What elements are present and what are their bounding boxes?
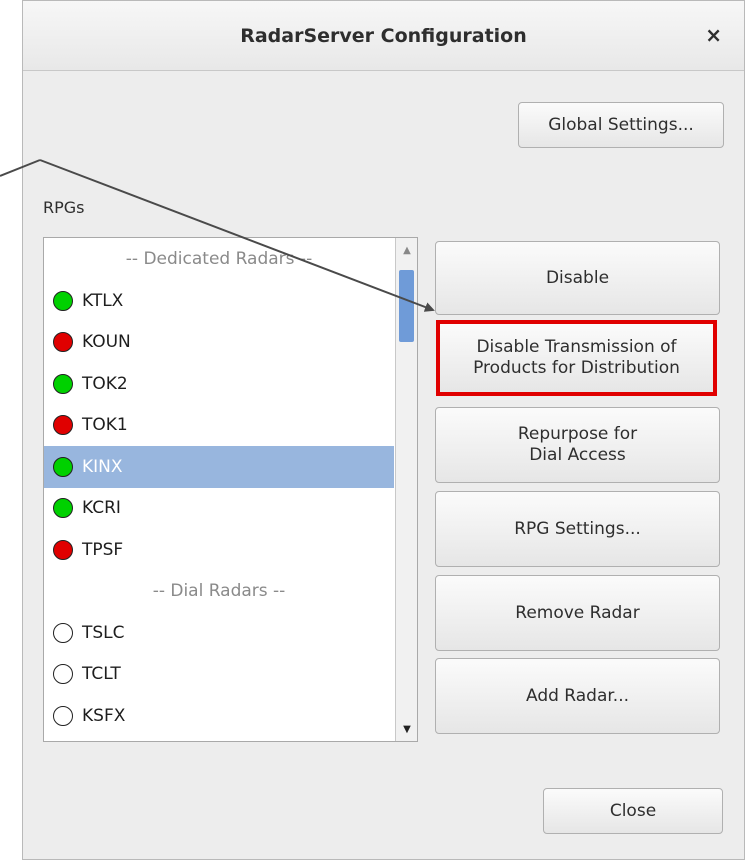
list-item[interactable]: KTLX — [44, 280, 394, 322]
list-item[interactable]: KOUN — [44, 321, 394, 363]
list-item[interactable]: KSFX — [44, 695, 394, 737]
list-item[interactable]: TPSF — [44, 529, 394, 571]
disable-transmission-line1: Disable Transmission of — [476, 337, 677, 357]
list-item-partial — [44, 736, 394, 741]
radar-label: TOK2 — [82, 373, 128, 394]
dialog: RadarServer Configuration × Global Setti… — [0, 0, 751, 860]
status-circle-icon — [53, 290, 73, 311]
scroll-up-icon[interactable]: ▲ — [396, 240, 417, 260]
close-button[interactable]: Close — [543, 788, 723, 834]
rpg-settings-button[interactable]: RPG Settings... — [435, 491, 720, 567]
close-icon[interactable]: × — [705, 25, 722, 45]
section-header-label: -- Dedicated Radars -- — [125, 249, 313, 269]
disable-button[interactable]: Disable — [435, 241, 720, 315]
add-radar-button[interactable]: Add Radar... — [435, 658, 720, 734]
list-scrollbar[interactable]: ▲ ▼ — [395, 238, 417, 741]
radar-label: KSFX — [82, 705, 126, 726]
section-header-label: -- Dial Radars -- — [152, 581, 286, 601]
radar-label: TOK1 — [82, 415, 128, 435]
list-item[interactable]: TOK1 — [44, 404, 394, 446]
remove-radar-button[interactable]: Remove Radar — [435, 575, 720, 651]
radar-label: KINX — [82, 456, 123, 477]
status-circle-icon — [53, 456, 73, 477]
rpgs-label: RPGs — [43, 198, 85, 217]
repurpose-line2: Dial Access — [529, 445, 626, 465]
disable-transmission-button[interactable]: Disable Transmission of Products for Dis… — [436, 320, 717, 396]
scroll-down-icon[interactable]: ▼ — [396, 719, 417, 739]
status-circle-icon — [53, 498, 73, 518]
radar-label: TSLC — [82, 622, 125, 643]
dialog-frame: RadarServer Configuration × Global Setti… — [22, 0, 745, 860]
list-section-header: -- Dedicated Radars -- — [44, 238, 394, 280]
repurpose-dial-access-button[interactable]: Repurpose for Dial Access — [435, 407, 720, 483]
status-circle-icon — [53, 705, 73, 726]
repurpose-line1: Repurpose for — [517, 424, 638, 444]
disable-transmission-line2: Products for Distribution — [473, 358, 680, 378]
list-item[interactable]: KCRI — [44, 487, 394, 529]
rpg-list[interactable]: -- Dedicated Radars -- KTLX KOUN TOK2 TOK1 KI… — [43, 237, 418, 742]
radar-label: KOUN — [82, 332, 131, 352]
radar-label: KCRI — [82, 498, 121, 518]
scroll-thumb[interactable] — [399, 270, 414, 342]
window-title: RadarServer Configuration — [240, 25, 527, 47]
status-circle-icon — [53, 332, 73, 352]
list-section-header: -- Dial Radars -- — [44, 570, 394, 612]
list-item[interactable]: KINX — [44, 445, 394, 488]
list-item[interactable]: TOK2 — [44, 363, 394, 405]
radar-label: TPSF — [82, 539, 124, 560]
status-circle-icon — [53, 539, 73, 560]
title-bar: RadarServer Configuration × — [23, 1, 744, 71]
status-circle-icon — [53, 373, 73, 394]
list-item[interactable]: TSLC — [44, 612, 394, 654]
status-circle-icon — [53, 664, 73, 684]
status-circle-icon — [53, 415, 73, 435]
list-item[interactable]: TCLT — [44, 653, 394, 695]
radar-label: KTLX — [82, 290, 124, 311]
global-settings-button[interactable]: Global Settings... — [518, 102, 724, 148]
radar-label: TCLT — [82, 664, 121, 684]
status-circle-icon — [53, 622, 73, 643]
